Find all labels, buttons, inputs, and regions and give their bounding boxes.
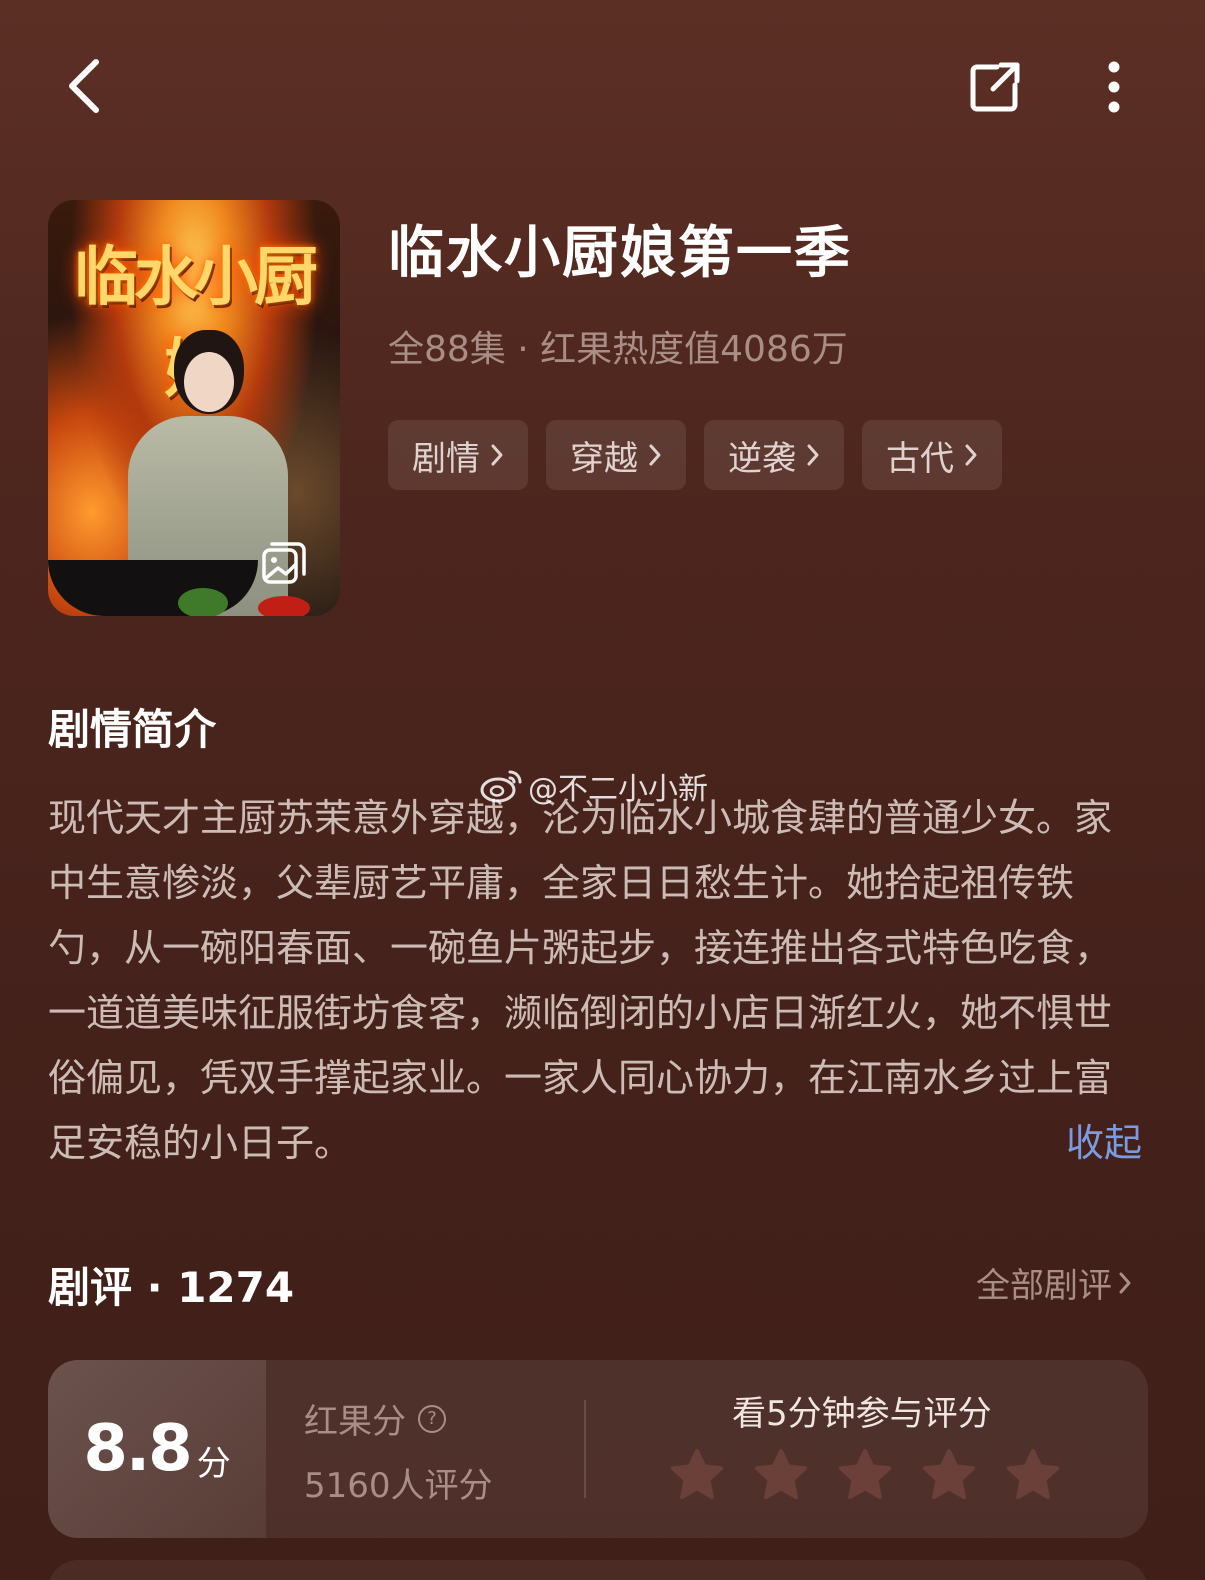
star-icon[interactable] xyxy=(668,1446,726,1504)
chevron-right-icon xyxy=(1119,1272,1131,1293)
chevron-right-icon xyxy=(491,444,503,466)
episode-heat-info: 全88集 · 红果热度值4086万 xyxy=(388,329,848,370)
chevron-right-icon xyxy=(965,444,977,466)
star-icon[interactable] xyxy=(920,1446,978,1504)
top-bar xyxy=(0,0,1205,170)
star-icon[interactable] xyxy=(752,1446,810,1504)
star-icon[interactable] xyxy=(1004,1446,1062,1504)
share-icon xyxy=(970,62,1020,112)
poster-greens-illustration xyxy=(178,588,228,616)
all-reviews-label: 全部剧评 xyxy=(976,1266,1112,1306)
weibo-icon xyxy=(480,770,522,803)
watermark-text: @不二小小新 xyxy=(528,772,708,807)
score-unit: 分 xyxy=(196,1443,231,1484)
poster-tomato-illustration xyxy=(258,596,310,616)
score-box: 8.8 分 xyxy=(48,1360,266,1538)
more-vertical-icon xyxy=(1108,61,1120,113)
rate-prompt: 看5分钟参与评分 xyxy=(732,1394,992,1434)
rating-stars xyxy=(668,1446,1062,1504)
star-icon[interactable] xyxy=(836,1446,894,1504)
rating-count: 5160人评分 xyxy=(304,1466,493,1506)
genre-tag-label: 古代 xyxy=(886,438,954,479)
genre-tag[interactable]: 逆袭 xyxy=(704,420,844,490)
chevron-right-icon xyxy=(807,444,819,466)
genre-tag-label: 穿越 xyxy=(570,438,638,479)
question-circle-icon[interactable]: ? xyxy=(418,1404,446,1433)
genre-tag[interactable]: 穿越 xyxy=(546,420,686,490)
genre-tag[interactable]: 古代 xyxy=(862,420,1002,490)
divider xyxy=(584,1400,586,1498)
score-label-row: 红果分 ? xyxy=(304,1394,446,1443)
collapse-link[interactable]: 收起 xyxy=(1066,1112,1142,1167)
genre-tag[interactable]: 剧情 xyxy=(388,420,528,490)
genre-tag-label: 逆袭 xyxy=(728,438,796,479)
chevron-left-icon xyxy=(69,59,99,113)
weibo-watermark: @不二小小新 xyxy=(480,764,708,808)
rating-card: 8.8 分 红果分 ? 5160人评分 看5分钟参与评分 xyxy=(48,1360,1148,1538)
back-button[interactable] xyxy=(52,50,116,122)
genre-tags: 剧情 穿越 逆袭 古代 xyxy=(388,420,1002,490)
synopsis-text: 现代天才主厨苏茉意外穿越，沦为临水小城食肆的普通少女。家中生意惨淡，父辈厨艺平庸… xyxy=(48,796,1113,1165)
all-reviews-link[interactable]: 全部剧评 xyxy=(976,1258,1132,1307)
score-label: 红果分 xyxy=(304,1402,406,1442)
reviews-heading: 剧评 · 1274 xyxy=(48,1263,295,1312)
synopsis-heading: 剧情简介 xyxy=(48,705,217,754)
score-value: 8.8 xyxy=(83,1412,192,1486)
gallery-icon[interactable] xyxy=(260,540,308,588)
drama-title: 临水小厨娘第一季 xyxy=(388,221,852,286)
genre-tag-label: 剧情 xyxy=(412,438,480,479)
next-card-peek xyxy=(48,1560,1148,1580)
share-button[interactable] xyxy=(960,52,1030,122)
more-button[interactable] xyxy=(1086,52,1142,122)
chevron-right-icon xyxy=(649,444,661,466)
drama-poster[interactable]: 临水小厨娘 xyxy=(48,200,340,616)
